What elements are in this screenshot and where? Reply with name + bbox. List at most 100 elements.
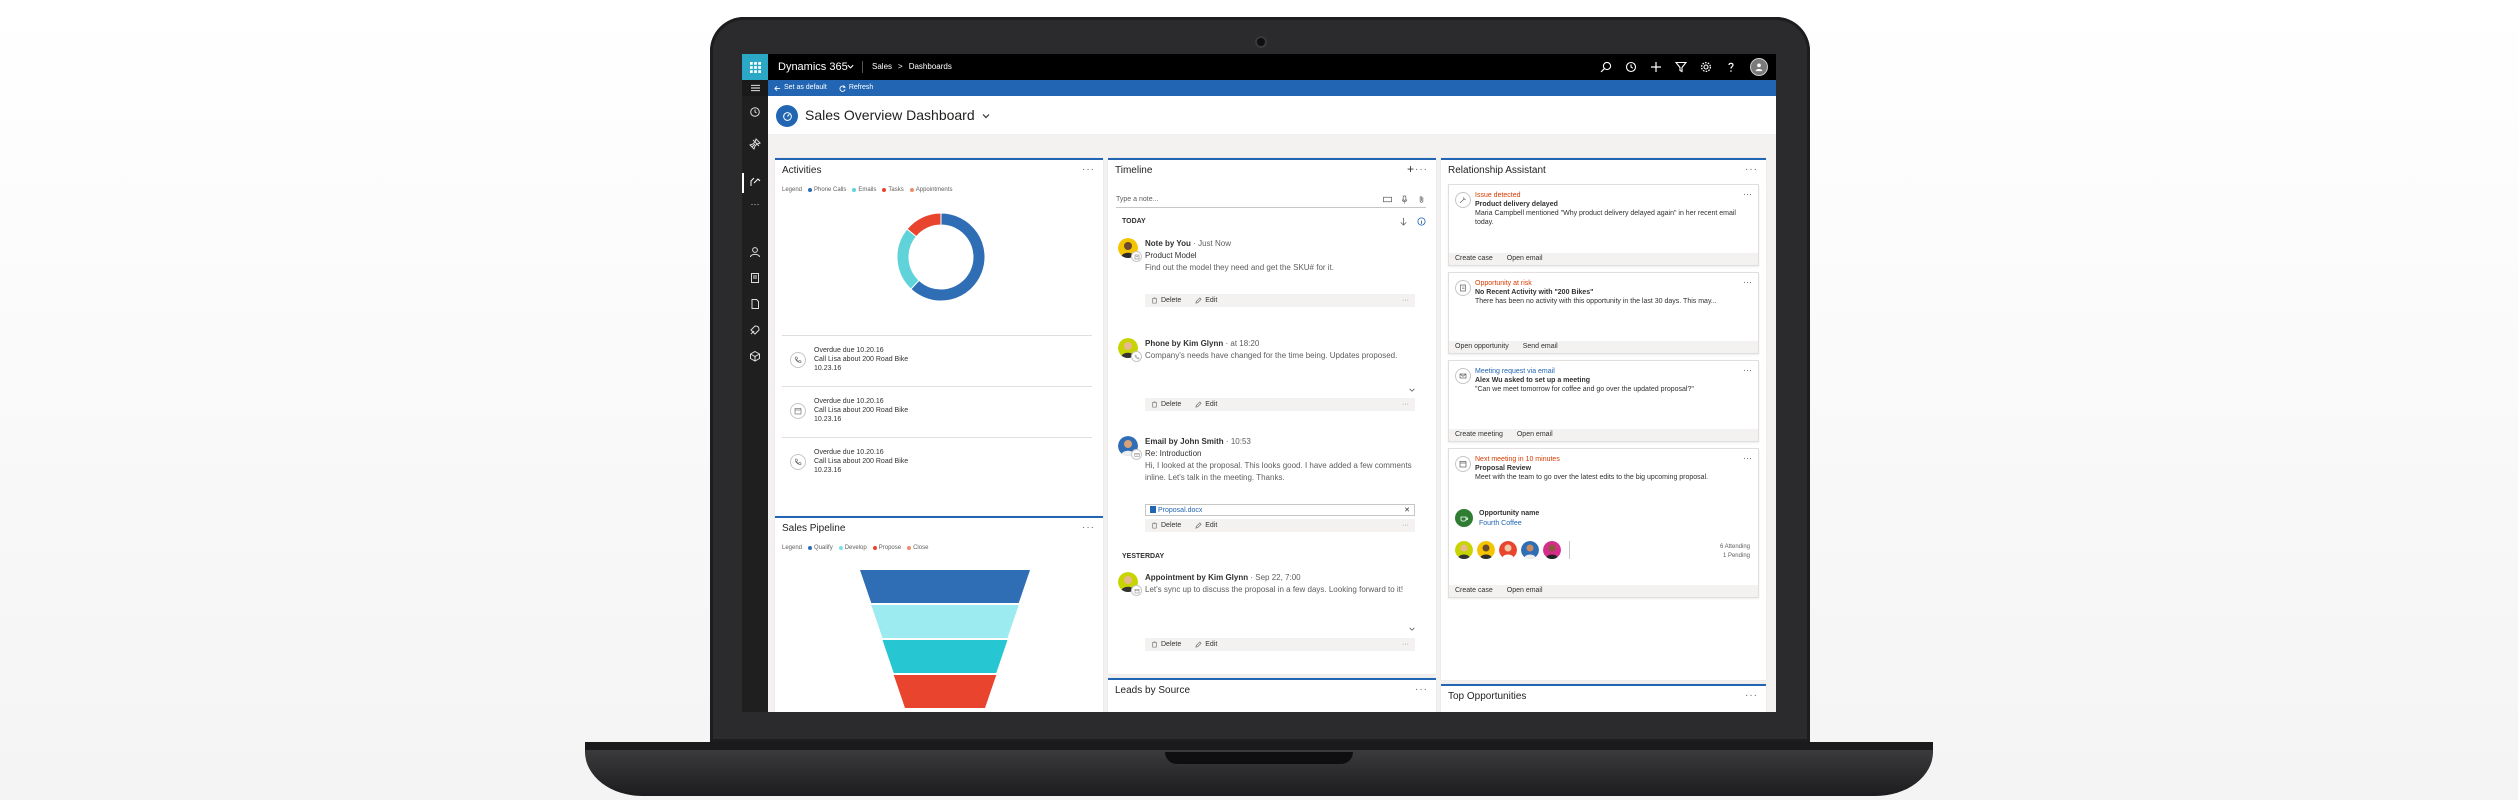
avatar[interactable] <box>1521 541 1539 559</box>
edit-button[interactable]: Edit <box>1195 294 1217 307</box>
activity-text: Overdue due 10.20.16 Call Lisa about 200… <box>814 449 909 474</box>
help-icon[interactable] <box>1725 61 1737 73</box>
microphone-icon[interactable] <box>1400 195 1409 204</box>
avatar[interactable] <box>1543 541 1561 559</box>
dashboard-nav-icon[interactable] <box>749 176 761 188</box>
send-email-link[interactable]: Send email <box>1523 341 1558 353</box>
add-icon[interactable]: + <box>1407 162 1414 176</box>
delete-button[interactable]: Delete <box>1151 398 1181 411</box>
timeline-entry[interactable]: Email by John Smith · 10:53 Re: Introduc… <box>1118 436 1428 544</box>
attachment-chip[interactable]: Proposal.docx ✕ <box>1145 504 1415 516</box>
chevron-down-icon[interactable] <box>1408 386 1416 394</box>
delete-button[interactable]: Delete <box>1151 638 1181 651</box>
accounts-icon[interactable] <box>749 272 761 284</box>
chevron-down-icon[interactable] <box>1408 625 1416 633</box>
breadcrumb-dashboards[interactable]: Dashboards <box>909 54 952 80</box>
create-case-link[interactable]: Create case <box>1455 253 1493 265</box>
more-options-icon[interactable]: ··· <box>1745 690 1758 701</box>
activity-item[interactable]: Overdue due 10.20.16 Call Lisa about 200… <box>782 437 1092 486</box>
filter-icon[interactable] <box>1675 61 1687 73</box>
app-launcher-icon[interactable] <box>742 54 768 80</box>
funnel-stage-propose[interactable] <box>882 640 1008 673</box>
refresh-button[interactable]: Refresh <box>839 80 873 96</box>
rocket-icon[interactable] <box>749 324 761 336</box>
delete-button[interactable]: Delete <box>1151 519 1181 532</box>
open-email-link[interactable]: Open email <box>1507 253 1543 265</box>
legend-item: Propose <box>872 545 901 551</box>
donut-slice-tasks[interactable] <box>906 212 942 238</box>
more-options-icon[interactable]: ··· <box>1402 398 1409 411</box>
gear-icon[interactable] <box>1700 61 1712 73</box>
set-default-label: Set as default <box>784 84 827 91</box>
open-email-link[interactable]: Open email <box>1507 585 1543 597</box>
panel-title: Activities <box>782 165 822 176</box>
command-bar: Set as default Refresh <box>742 80 1776 96</box>
search-icon[interactable] <box>1600 61 1612 73</box>
more-options-icon[interactable]: ··· <box>1402 638 1409 651</box>
page-title[interactable]: Sales Overview Dashboard <box>805 96 975 134</box>
chevron-down-icon[interactable] <box>981 111 991 121</box>
assistant-card[interactable]: ··· Opportunity at risk No Recent Activi… <box>1448 272 1759 354</box>
timeline-entry[interactable]: Phone by Kim Glynn · at 18:20 Company's … <box>1118 338 1428 438</box>
edit-button[interactable]: Edit <box>1195 398 1217 411</box>
more-options-icon[interactable]: ··· <box>1415 164 1428 175</box>
avatar[interactable] <box>1499 541 1517 559</box>
avatar[interactable] <box>1455 541 1473 559</box>
donut-slice-emails[interactable] <box>896 228 920 290</box>
breadcrumb-sales[interactable]: Sales <box>872 54 892 80</box>
hamburger-icon[interactable] <box>742 80 768 96</box>
app-name[interactable]: Dynamics 365 <box>778 54 848 80</box>
more-icon[interactable]: ··· <box>749 200 761 212</box>
keyboard-icon[interactable] <box>1383 195 1392 204</box>
activity-item[interactable]: Overdue due 10.20.16 Call Lisa about 200… <box>782 335 1092 384</box>
activity-item[interactable]: Overdue due 10.20.16 Call Lisa about 200… <box>782 386 1092 435</box>
set-default-button[interactable]: Set as default <box>774 80 827 96</box>
edit-button[interactable]: Edit <box>1195 519 1217 532</box>
phone-icon <box>1131 351 1142 362</box>
note-input[interactable]: Type a note... <box>1116 192 1426 208</box>
app-screen: Dynamics 365 Sales > Dashboards Set as d… <box>742 54 1776 712</box>
panel-title: Top Opportunities <box>1448 691 1527 702</box>
edit-button[interactable]: Edit <box>1195 638 1217 651</box>
more-options-icon[interactable]: ··· <box>1082 164 1095 175</box>
sales-pipeline-funnel[interactable] <box>855 570 1035 710</box>
create-meeting-link[interactable]: Create meeting <box>1455 429 1503 441</box>
recent-icon[interactable] <box>1625 61 1637 73</box>
recent-icon[interactable] <box>749 106 761 118</box>
assistant-card[interactable]: ··· Issue detected Product delivery dela… <box>1448 184 1759 266</box>
box-icon[interactable] <box>749 350 761 362</box>
timeline-entry[interactable]: Appointment by Kim Glynn · Sep 22, 7:00 … <box>1118 572 1428 668</box>
attachment-icon[interactable] <box>1417 195 1426 204</box>
person-icon[interactable] <box>749 246 761 258</box>
activities-donut-chart[interactable] <box>886 202 996 312</box>
more-options-icon[interactable]: ··· <box>1402 519 1409 532</box>
funnel-stage-develop[interactable] <box>871 605 1019 638</box>
info-icon[interactable] <box>1417 217 1426 226</box>
timeline-entry[interactable]: Note by You · Just Now Product Model Fin… <box>1118 238 1428 338</box>
open-email-link[interactable]: Open email <box>1517 429 1553 441</box>
create-case-link[interactable]: Create case <box>1455 585 1493 597</box>
funnel-stage-qualify[interactable] <box>860 570 1030 603</box>
breadcrumb-separator: > <box>898 62 903 71</box>
more-options-icon[interactable]: ··· <box>1745 164 1758 175</box>
assistant-card[interactable]: ··· Meeting request via email Alex Wu as… <box>1448 360 1759 442</box>
chevron-down-icon[interactable] <box>846 62 855 71</box>
document-icon[interactable] <box>749 298 761 310</box>
attachment-name: Proposal.docx <box>1158 507 1203 514</box>
close-icon[interactable]: ✕ <box>1404 505 1410 517</box>
more-options-icon[interactable]: ··· <box>1402 294 1409 307</box>
entry-body: Email by John Smith · 10:53 Re: Introduc… <box>1145 436 1415 484</box>
legend-item: Emails <box>852 187 876 193</box>
avatar[interactable] <box>1477 541 1495 559</box>
funnel-stage-close[interactable] <box>893 675 997 708</box>
sort-down-icon[interactable] <box>1399 217 1408 226</box>
delete-button[interactable]: Delete <box>1151 294 1181 307</box>
plus-icon[interactable] <box>1650 61 1662 73</box>
assistant-card[interactable]: ··· Next meeting in 10 minutes Proposal … <box>1448 448 1759 598</box>
pin-icon[interactable] <box>749 138 761 150</box>
open-opportunity-link[interactable]: Open opportunity <box>1455 341 1509 353</box>
more-options-icon[interactable]: ··· <box>1415 684 1428 695</box>
more-options-icon[interactable]: ··· <box>1082 522 1095 533</box>
word-doc-icon <box>1150 506 1156 513</box>
user-avatar[interactable] <box>1750 58 1768 76</box>
